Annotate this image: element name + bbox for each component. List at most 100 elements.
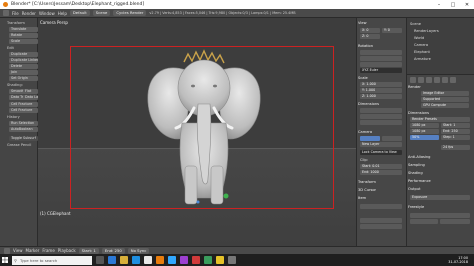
info-editor-icon[interactable] (3, 10, 9, 16)
scene-selector[interactable]: Scene (92, 10, 111, 16)
rotation-y-field[interactable] (360, 56, 402, 61)
data-layout-button[interactable]: Data Lay (23, 95, 38, 100)
photoshop-icon[interactable] (168, 256, 176, 264)
object-tab-icon[interactable] (442, 77, 448, 83)
system-tray[interactable]: 17:00 31-07-2018 (448, 256, 474, 264)
rotation-mode-select[interactable]: XYZ Euler (360, 68, 402, 73)
rotation-z-field[interactable] (360, 62, 402, 67)
delete-button[interactable]: Delete (9, 64, 38, 69)
elephant-model[interactable] (138, 48, 270, 213)
render-tab-icon[interactable] (410, 77, 416, 83)
store-icon[interactable] (132, 256, 140, 264)
section-scale[interactable]: Scale (358, 76, 406, 81)
menu-file[interactable]: File (12, 11, 19, 16)
render-engine-selector[interactable]: Cycles Render (113, 10, 147, 16)
timeline-start-field[interactable]: Start: 1 (78, 247, 99, 254)
smooth-button[interactable]: Smooth (9, 89, 24, 94)
chrome-icon[interactable] (144, 256, 152, 264)
scale-button[interactable]: Scale (9, 39, 38, 44)
section-transform[interactable]: Transform (7, 21, 25, 25)
section-performance[interactable]: Performance (408, 179, 456, 184)
file-explorer-icon[interactable] (120, 256, 128, 264)
minimize-icon[interactable]: – (432, 2, 446, 8)
section-grease-pencil[interactable]: Grease Pencil (7, 143, 31, 147)
file-format-select[interactable] (410, 219, 438, 224)
taskbar-search-input[interactable]: ⚲ Type here to search (12, 255, 92, 265)
section-edit[interactable]: Edit (7, 46, 14, 50)
section-item[interactable]: Item (358, 196, 406, 201)
data-transfer-button[interactable]: Data Transfer (9, 95, 24, 100)
timeline-menu-view[interactable]: View (13, 248, 23, 253)
timeline-menu-frame[interactable]: Frame (42, 248, 54, 253)
app-icon-grey[interactable] (228, 256, 236, 264)
timeline-menu-playback[interactable]: Playback (58, 248, 76, 253)
outliner-item-renderlayers[interactable]: RenderLayers (414, 29, 439, 33)
timeline-editor-icon[interactable] (4, 247, 10, 254)
frame-start-field[interactable]: Start: 1 (441, 123, 470, 128)
outliner-item-camera[interactable]: Camera (414, 43, 428, 47)
start-button[interactable] (0, 254, 10, 266)
scale-y-field[interactable]: Y: 1.000 (360, 88, 402, 93)
timeline-end-field[interactable]: End: 250 (101, 247, 125, 254)
clip-end-field[interactable]: End: 1000 (360, 170, 402, 175)
item-name-field[interactable] (360, 204, 402, 209)
app-icon-green[interactable] (204, 256, 212, 264)
sync-mode-select[interactable]: No Sync (127, 247, 150, 254)
set-origin-button[interactable]: Set Origin (9, 76, 38, 81)
run-selection-button[interactable]: Run Selection (9, 121, 38, 126)
scene-tab-icon[interactable] (426, 77, 432, 83)
resolution-y-field[interactable]: 1080 px (410, 129, 439, 134)
display-select[interactable]: Image Editor (421, 91, 469, 96)
resolution-x-field[interactable]: 1080 px (410, 123, 439, 128)
translate-button[interactable]: Translate (9, 27, 38, 32)
location-z-field[interactable]: Z: 0 (360, 34, 380, 39)
world-tab-icon[interactable] (434, 77, 440, 83)
duplicate-button[interactable]: Duplicate (9, 52, 38, 57)
flat-button[interactable]: Flat (23, 89, 38, 94)
layout-selector[interactable]: Default (69, 10, 90, 16)
autoboolean-button[interactable]: AutoBoolean (9, 127, 38, 132)
frame-step-field[interactable]: Step: 1 (441, 135, 470, 140)
section-freestyle[interactable]: Freestyle (408, 205, 456, 210)
modifier-tab-icon[interactable] (450, 77, 456, 83)
premiere-icon[interactable] (180, 256, 188, 264)
maximize-icon[interactable]: □ (446, 2, 460, 8)
app-icon-yellow[interactable] (216, 256, 224, 264)
section-3d-cursor[interactable]: 3D Cursor (358, 188, 406, 193)
lock-camera-checkbox[interactable]: Lock Camera to View (360, 150, 402, 155)
cell-fracture-button[interactable]: Cell Fracture (9, 102, 38, 107)
dimension-y-field[interactable] (360, 114, 402, 119)
menu-help[interactable]: Help (58, 11, 67, 16)
menu-window[interactable]: Window (39, 11, 55, 16)
dimension-x-field[interactable] (360, 108, 402, 113)
device-select[interactable]: GPU Compute (421, 103, 469, 108)
timeline-menu-marker[interactable]: Marker (26, 248, 40, 253)
section-camera[interactable]: Camera (358, 130, 406, 135)
toggle-subsurf-button[interactable]: Toggle Subsurf (9, 136, 38, 141)
outliner-item-world[interactable]: World (414, 36, 424, 40)
frame-rate-select[interactable]: 24 fps (441, 145, 470, 150)
location-y-field[interactable]: Y: 0 (382, 28, 402, 33)
view-option-field[interactable] (360, 218, 402, 223)
cell-fracture-button-2[interactable]: Cell Fracture (9, 108, 38, 113)
feature-set-select[interactable]: Supported (421, 97, 469, 102)
join-button[interactable]: Join (9, 70, 38, 75)
layer-object-button[interactable] (382, 136, 402, 141)
scale-z-field[interactable]: Z: 1.000 (360, 94, 402, 99)
section-sampling[interactable]: Sampling (408, 163, 456, 168)
section-transform[interactable]: Transform (358, 180, 406, 185)
section-view[interactable]: View (358, 21, 406, 26)
layer-scene-button[interactable] (360, 136, 380, 141)
section-output[interactable]: Output (408, 187, 456, 192)
render-presets-select[interactable]: Render Presets (410, 117, 470, 122)
scale-x-field[interactable]: X: 1.000 (360, 82, 402, 87)
section-history[interactable]: History (7, 115, 20, 119)
outliner-item-armature[interactable]: Armature (414, 57, 431, 61)
output-path-field[interactable] (410, 213, 470, 218)
3d-viewport[interactable]: Camera Persp (1) CGElephant (38, 18, 356, 246)
new-layer-button[interactable]: New Layer (360, 142, 402, 147)
frame-end-field[interactable]: End: 250 (441, 129, 470, 134)
close-icon[interactable]: ✕ (460, 2, 474, 8)
layers-tab-icon[interactable] (418, 77, 424, 83)
app-icon-red[interactable] (192, 256, 200, 264)
